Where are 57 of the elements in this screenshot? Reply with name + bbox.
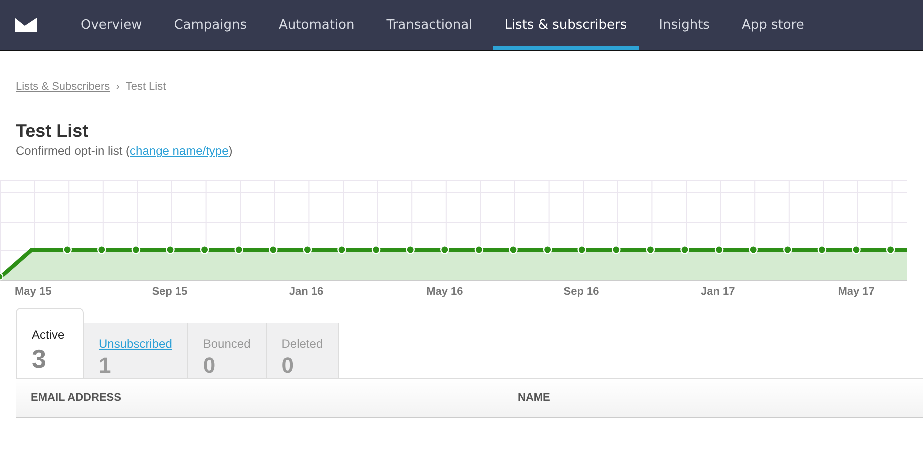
list-title: Test List [16,121,90,142]
nav-tab[interactable]: Transactional [374,0,485,50]
data-point [784,246,792,254]
x-axis-label: May 17 [838,286,875,298]
tab-label: Deleted [282,337,324,351]
data-point [440,246,450,254]
data-point [63,246,72,254]
data-point [474,246,484,254]
x-axis-label: May 16 [426,286,464,298]
closing-paren-text: ) [228,144,233,158]
data-point [406,246,415,254]
nav-tab[interactable]: Lists & subscribers [492,0,640,50]
nav-tab[interactable]: Campaigns [162,0,260,50]
nav-tab[interactable]: Automation [267,0,367,50]
breadcrumb-link[interactable]: Lists & Subscribers [16,81,110,93]
data-point [749,246,758,254]
data-point [166,246,175,254]
data-point [886,246,896,254]
data-point [303,246,312,254]
envelope-logo-icon[interactable] [15,18,37,32]
column-header: NAME [518,392,550,404]
column-header: EMAIL ADDRESS [31,392,122,404]
x-axis-label: Jan 16 [289,286,324,298]
data-point [372,246,381,254]
x-axis-label: Sep 16 [564,286,600,298]
x-axis-label: May 15 [15,286,52,298]
data-point [98,246,106,254]
list-type-text: Confirmed opt-in list ( [16,144,130,158]
data-point [338,246,346,254]
x-axis-label: Jan 17 [701,286,736,298]
data-point [578,246,586,254]
data-point [680,246,690,254]
data-point [509,246,518,254]
breadcrumb-separator: › [116,81,120,93]
tab-label: Bounced [203,337,251,351]
data-point [543,246,552,254]
data-point [234,246,244,254]
tab-label: Active [32,328,66,342]
tab-count: 1 [99,353,112,379]
data-point [269,246,278,254]
data-point [852,246,861,254]
data-point [818,246,827,254]
breadcrumb-current: Test List [126,81,166,93]
tab-count: 0 [203,353,217,379]
nav-tab[interactable]: App store [730,0,816,50]
tab-count: 0 [282,353,295,379]
nav-tab[interactable]: Insights [647,0,722,50]
data-point [714,246,724,254]
nav-tab[interactable]: Overview [69,0,154,50]
subscriber-status-tab[interactable]: Active 3 [16,308,84,378]
tab-count: 3 [32,344,48,375]
tab-label: Unsubscribed [99,337,172,351]
data-point [200,246,210,254]
data-point [612,246,621,254]
data-point [646,246,656,254]
x-axis-label: Sep 15 [152,286,188,298]
data-point [132,246,141,254]
